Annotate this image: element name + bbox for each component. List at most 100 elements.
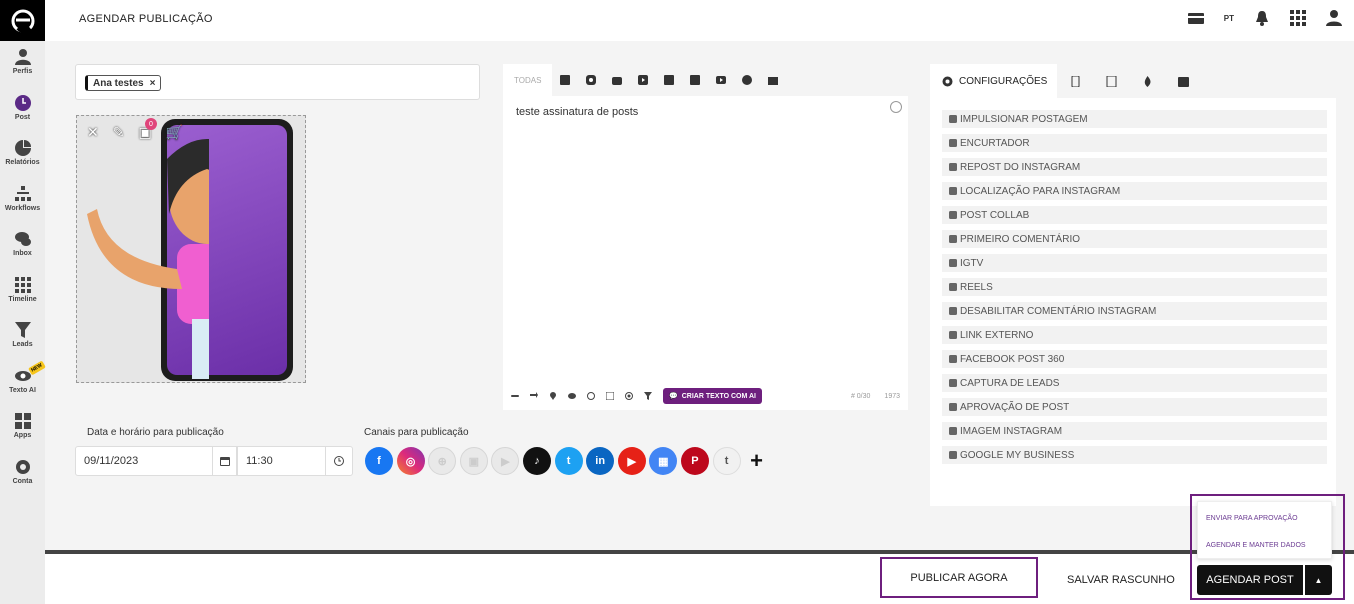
menu-item-send-approval[interactable]: ENVIAR PARA APROVAÇÃO bbox=[1206, 515, 1298, 522]
profile-select-input[interactable]: Ana testes × bbox=[75, 64, 480, 100]
calendar-button[interactable] bbox=[212, 446, 237, 476]
post-text[interactable]: teste assinatura de posts bbox=[516, 106, 638, 118]
sidebar-item-post[interactable]: Post bbox=[0, 94, 45, 133]
channel-google-my-business[interactable]: ▦ bbox=[649, 447, 678, 475]
tab-calendar[interactable] bbox=[1165, 76, 1201, 87]
emoji-icon[interactable] bbox=[890, 101, 902, 113]
config-option-link-externo[interactable]: LINK EXTERNO bbox=[942, 326, 1327, 344]
sidebar-item-relatórios[interactable]: Relatórios bbox=[0, 140, 45, 178]
schedule-options-toggle[interactable]: ▲ bbox=[1305, 565, 1332, 595]
config-option-label: ENCURTADOR bbox=[960, 137, 1030, 149]
config-option-reels[interactable]: REELS bbox=[942, 278, 1327, 296]
tab-facebook[interactable] bbox=[552, 75, 578, 85]
sidebar-item-texto-ai[interactable]: Texto AI NEW bbox=[0, 360, 46, 406]
external-link-icon[interactable] bbox=[606, 392, 614, 400]
filter-icon[interactable] bbox=[644, 392, 652, 400]
remove-tag-icon[interactable]: × bbox=[150, 78, 156, 89]
sidebar-item-label: Perfis bbox=[12, 68, 33, 75]
comment-icon[interactable] bbox=[568, 392, 576, 400]
tab-reels[interactable] bbox=[630, 75, 656, 85]
brush-icon[interactable]: ✎ bbox=[113, 124, 125, 141]
location-icon[interactable] bbox=[549, 392, 557, 400]
sidebar-item-perfis[interactable]: Perfis bbox=[0, 49, 45, 87]
tab-google-my-business[interactable] bbox=[760, 75, 786, 85]
config-option-repost-do-instagram[interactable]: REPOST DO INSTAGRAM bbox=[942, 158, 1327, 176]
cart-icon[interactable]: 🛒 bbox=[166, 124, 183, 141]
sidebar-item-apps[interactable]: Apps bbox=[0, 413, 45, 451]
add-channel-button[interactable]: + bbox=[750, 447, 763, 475]
ai-chat-icon: 💬 bbox=[669, 393, 678, 400]
tab-settings[interactable]: CONFIGURAÇÕES bbox=[930, 64, 1058, 98]
tab-document[interactable] bbox=[1093, 75, 1129, 87]
time-input[interactable]: 11:30 bbox=[237, 446, 326, 476]
sidebar-item-conta[interactable]: Conta bbox=[0, 459, 45, 497]
link-icon bbox=[949, 139, 957, 147]
menu-item-schedule-keep-data[interactable]: AGENDAR E MANTER DADOS bbox=[1206, 542, 1306, 549]
config-option-localizacao-para-instagram[interactable]: LOCALIZAÇÃO PARA INSTAGRAM bbox=[942, 182, 1327, 200]
create-text-ai-button[interactable]: 💬 CRIAR TEXTO COM AI bbox=[663, 388, 762, 404]
save-draft-button[interactable]: SALVAR RASCUNHO bbox=[1067, 574, 1175, 586]
channel-instagram[interactable]: ◎ bbox=[396, 447, 425, 475]
channel-linkedin[interactable]: in bbox=[586, 447, 615, 475]
tab-all[interactable]: TODAS bbox=[503, 64, 553, 96]
sidebar-item-workflows[interactable]: Workflows bbox=[0, 185, 45, 224]
publish-now-button[interactable]: PUBLICAR AGORA bbox=[880, 557, 1038, 598]
user-icon[interactable] bbox=[1326, 10, 1342, 26]
channel-reels[interactable]: ▶ bbox=[491, 447, 520, 475]
config-option-aprovacao-de-post[interactable]: APROVAÇÃO DE POST bbox=[942, 398, 1327, 416]
clock-button[interactable] bbox=[325, 446, 353, 476]
date-input[interactable]: 09/11/2023 bbox=[75, 446, 213, 476]
apps-grid-icon[interactable] bbox=[1290, 10, 1306, 26]
schedule-options-menu: ENVIAR PARA APROVAÇÃO AGENDAR E MANTER D… bbox=[1197, 501, 1332, 559]
channel-igtv[interactable]: ▣ bbox=[459, 447, 488, 475]
config-option-imagem-instagram[interactable]: IMAGEM INSTAGRAM bbox=[942, 422, 1327, 440]
close-icon[interactable]: ✕ bbox=[87, 124, 99, 141]
config-option-facebook-post-360[interactable]: FACEBOOK POST 360 bbox=[942, 350, 1327, 368]
config-option-encurtador[interactable]: ENCURTADOR bbox=[942, 134, 1327, 152]
sidebar-item-inbox[interactable]: Inbox bbox=[0, 231, 45, 269]
tab-twitter[interactable] bbox=[656, 75, 682, 85]
channel-youtube[interactable]: ▶ bbox=[617, 447, 646, 475]
config-option-post-collab[interactable]: POST COLLAB bbox=[942, 206, 1327, 224]
tumblr-icon: t bbox=[724, 455, 729, 467]
config-option-desabilitar-comentario-instagram[interactable]: DESABILITAR COMENTÁRIO INSTAGRAM bbox=[942, 302, 1327, 320]
tab-preview[interactable] bbox=[1057, 75, 1093, 87]
record-icon[interactable] bbox=[625, 392, 633, 400]
block-icon[interactable] bbox=[587, 392, 595, 400]
bell-icon[interactable] bbox=[1254, 10, 1270, 26]
language-selector[interactable]: PT bbox=[1224, 14, 1234, 23]
media-toolbar: ✕ ✎ ▣ 🛒 bbox=[87, 124, 183, 141]
tab-youtube[interactable] bbox=[708, 75, 734, 85]
media-count-badge: 0 bbox=[145, 118, 157, 130]
config-option-google-my-business[interactable]: GOOGLE MY BUSINESS bbox=[942, 446, 1327, 464]
store-icon bbox=[949, 451, 957, 459]
tab-igtv[interactable] bbox=[604, 75, 630, 85]
tab-instagram[interactable] bbox=[578, 75, 604, 85]
sidebar-item-leads[interactable]: Leads bbox=[0, 322, 45, 360]
app-logo[interactable] bbox=[0, 0, 45, 41]
credit-card-icon[interactable] bbox=[1187, 10, 1204, 26]
sidebar-item-timeline[interactable]: Timeline bbox=[0, 276, 45, 315]
channel-threads[interactable]: ⊕ bbox=[428, 447, 457, 475]
profile-tag: Ana testes × bbox=[85, 75, 162, 91]
link-icon[interactable] bbox=[511, 392, 519, 400]
channels-label: Canais para publicação bbox=[364, 427, 469, 438]
channel-twitter[interactable]: t bbox=[554, 447, 583, 475]
channel-list: f ◎ ⊕ ▣ ▶ ♪ t in ▶ ▦ Pt + bbox=[365, 447, 763, 475]
config-option-captura-de-leads[interactable]: CAPTURA DE LEADS bbox=[942, 374, 1327, 392]
config-option-primeiro-comentario[interactable]: PRIMEIRO COMENTÁRIO bbox=[942, 230, 1327, 248]
tab-trending[interactable] bbox=[1129, 75, 1165, 87]
config-option-label: POST COLLAB bbox=[960, 209, 1030, 221]
channel-tiktok[interactable]: ♪ bbox=[522, 447, 551, 475]
channel-tumblr[interactable]: t bbox=[712, 447, 741, 475]
tab-linkedin[interactable] bbox=[682, 75, 708, 85]
config-option-impulsionar-postagem[interactable]: IMPULSIONAR POSTAGEM bbox=[942, 110, 1327, 128]
channel-pinterest[interactable]: P bbox=[680, 447, 709, 475]
repost-icon[interactable] bbox=[530, 392, 538, 400]
config-option-igtv[interactable]: IGTV bbox=[942, 254, 1327, 272]
tab-pinterest[interactable] bbox=[734, 75, 760, 85]
config-tabs: CONFIGURAÇÕES bbox=[930, 64, 1336, 98]
channel-facebook[interactable]: f bbox=[365, 447, 393, 475]
twitter-icon bbox=[664, 75, 675, 85]
schedule-post-button[interactable]: AGENDAR POST bbox=[1197, 565, 1303, 595]
